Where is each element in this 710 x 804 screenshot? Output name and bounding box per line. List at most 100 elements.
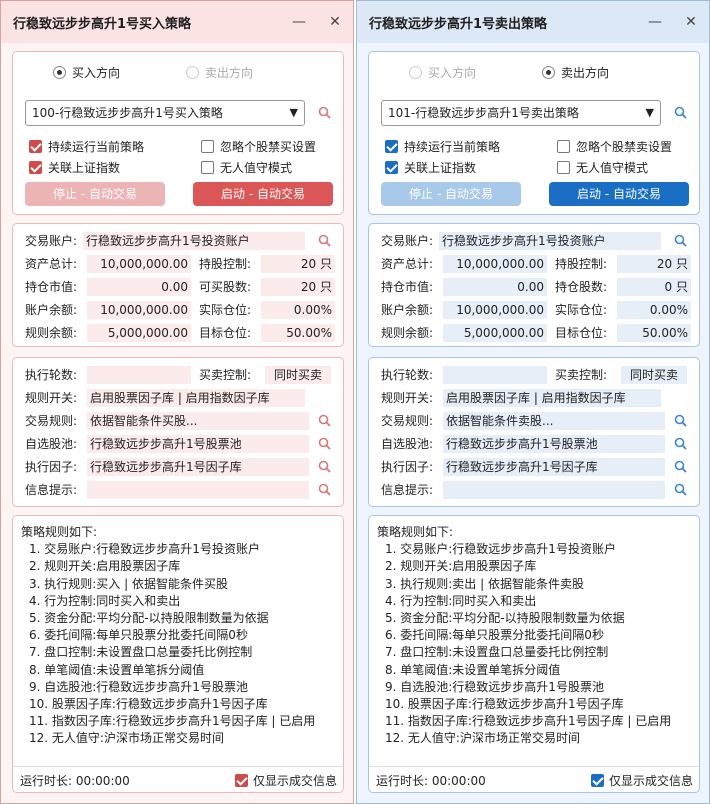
search-icon[interactable] [673, 105, 689, 121]
rule-switch-value: 启用股票因子库 | 启用指数因子库 [87, 389, 305, 407]
runtime-text: 运行时长: 00:00:00 [376, 774, 486, 788]
total-assets-label: 资产总计: [381, 257, 434, 271]
checkbox-unattended[interactable]: 无人值守模式 [557, 159, 648, 176]
radio-buy-direction[interactable]: 买入方向 [409, 64, 476, 81]
checkbox-checked-icon [590, 774, 604, 787]
rule-balance-value: 5,000,000.00 [443, 324, 547, 342]
trade-rule-label: 交易规则: [381, 414, 434, 428]
search-icon[interactable] [317, 413, 333, 429]
start-auto-trade-button[interactable]: 启动 - 自动交易 [193, 182, 333, 206]
rule-item: 9. 自选股池:行稳致远步步高升1号股票池 [29, 679, 248, 694]
rule-item: 12. 无人值守:沪深市场正常交易时间 [385, 731, 580, 746]
rule-item: 12. 无人值守:沪深市场正常交易时间 [29, 731, 224, 746]
info-value [443, 481, 665, 499]
target-position-value: 50.00% [261, 324, 335, 342]
chevron-down-icon: ▼ [289, 106, 298, 119]
rule-item: 11. 指数因子库:行稳致远步步高升1号因子库 | 已启用 [385, 714, 672, 729]
radio-empty-icon [409, 66, 422, 79]
available-label: 可买股数: [199, 280, 252, 294]
rule-item: 3. 执行规则:买入 | 依据智能条件买股 [29, 576, 228, 591]
info-value [87, 481, 309, 499]
checkbox-only-deal[interactable]: 仅显示成交信息 [590, 772, 693, 789]
rule-switch-label: 规则开关: [25, 391, 78, 405]
search-icon[interactable] [317, 436, 333, 452]
holding-count-value: 0 只 [617, 278, 691, 296]
rules-panel: 执行轮数: 买卖控制: 同时买卖 规则开关: 启用股票因子库 | 启用指数因子库… [12, 357, 344, 507]
actual-position-value: 0.00% [617, 301, 691, 319]
title-bar: 行稳致远步步高升1号卖出策略 — ✕ [357, 1, 709, 43]
account-value: 行稳致远步步高升1号投资账户 [83, 232, 305, 250]
stock-pool-label: 自选股池: [25, 437, 78, 451]
checkbox-ignore[interactable]: 忽略个股禁卖设置 [557, 138, 672, 155]
rule-item: 1. 交易账户:行稳致远步步高升1号投资账户 [385, 542, 616, 557]
stock-pool-value: 行稳致远步步高升1号股票池 [87, 435, 309, 453]
search-icon[interactable] [673, 413, 689, 429]
rule-item: 11. 指数因子库:行稳致远步步高升1号因子库 | 已启用 [29, 714, 316, 729]
trade-control-label: 买卖控制: [199, 368, 252, 382]
checkbox-label: 仅显示成交信息 [608, 774, 693, 788]
search-icon[interactable] [317, 482, 333, 498]
strategy-select[interactable]: 100-行稳致远步步高升1号买入策略 ▼ [25, 100, 305, 126]
rules-header: 策略规则如下: [21, 525, 98, 539]
rule-item: 7. 盘口控制:未设置盘口总量委托比例控制 [385, 645, 609, 660]
strategy-rules-panel: 策略规则如下: 1. 交易账户:行稳致远步步高升1号投资账户 2. 规则开关:启… [368, 515, 700, 793]
start-auto-trade-button[interactable]: 启动 - 自动交易 [549, 182, 689, 206]
radio-sell-direction[interactable]: 卖出方向 [186, 64, 253, 81]
search-icon[interactable] [317, 233, 333, 249]
checkbox-ignore[interactable]: 忽略个股禁买设置 [201, 138, 316, 155]
rule-item: 10. 股票因子库:行稳致远步步高升1号因子库 [29, 697, 268, 712]
checkbox-unattended[interactable]: 无人值守模式 [201, 159, 292, 176]
search-icon[interactable] [673, 459, 689, 475]
minimize-button[interactable]: — [281, 1, 317, 43]
factor-label: 执行因子: [381, 460, 434, 474]
balance-label: 账户余额: [25, 303, 78, 317]
radio-buy-direction[interactable]: 买入方向 [53, 64, 120, 81]
checkbox-link-index[interactable]: 关联上证指数 [29, 159, 120, 176]
radio-label: 买入方向 [72, 66, 121, 80]
search-icon[interactable] [317, 105, 333, 121]
checkbox-empty-icon [557, 161, 570, 174]
checkbox-checked-icon [29, 161, 42, 174]
search-icon[interactable] [673, 436, 689, 452]
close-button[interactable]: ✕ [317, 1, 353, 43]
stop-auto-trade-button[interactable]: 停止 - 自动交易 [25, 182, 165, 206]
available-value: 20 只 [261, 278, 335, 296]
target-position-label: 目标仓位: [199, 326, 252, 340]
radio-sell-direction[interactable]: 卖出方向 [542, 64, 609, 81]
search-icon[interactable] [317, 459, 333, 475]
market-value-value: 0.00 [87, 278, 191, 296]
rule-item: 4. 行为控制:同时买入和卖出 [385, 593, 537, 608]
checkbox-empty-icon [557, 140, 570, 153]
factor-label: 执行因子: [25, 460, 78, 474]
trade-rule-value: 依据智能条件卖股... [443, 412, 665, 430]
strategy-select[interactable]: 101-行稳致远步步高升1号卖出策略 ▼ [381, 100, 661, 126]
control-panel: 买入方向 卖出方向 100-行稳致远步步高升1号买入策略 ▼ 持续运行当前策略 … [12, 51, 344, 215]
target-position-label: 目标仓位: [555, 326, 608, 340]
checkbox-link-index[interactable]: 关联上证指数 [385, 159, 476, 176]
radio-label: 卖出方向 [561, 66, 610, 80]
checkbox-label: 关联上证指数 [48, 161, 121, 175]
checkbox-label: 持续运行当前策略 [48, 140, 145, 154]
rule-item: 9. 自选股池:行稳致远步步高升1号股票池 [385, 679, 604, 694]
search-icon[interactable] [673, 482, 689, 498]
account-panel: 交易账户: 行稳致远步步高升1号投资账户 资产总计: 10,000,000.00… [12, 223, 344, 347]
rules-header: 策略规则如下: [377, 525, 454, 539]
target-position-value: 50.00% [617, 324, 691, 342]
checkbox-only-deal[interactable]: 仅显示成交信息 [234, 772, 337, 789]
checkbox-empty-icon [201, 161, 214, 174]
minimize-button[interactable]: — [637, 1, 673, 43]
trade-rule-value: 依据智能条件买股... [87, 412, 309, 430]
radio-label: 买入方向 [428, 66, 477, 80]
total-assets-value: 10,000,000.00 [443, 255, 547, 273]
radio-selected-icon [53, 66, 66, 79]
checkbox-empty-icon [201, 140, 214, 153]
close-button[interactable]: ✕ [673, 1, 709, 43]
checkbox-continuous[interactable]: 持续运行当前策略 [29, 138, 144, 155]
trade-control-value: 同时买卖 [265, 366, 331, 384]
search-icon[interactable] [673, 233, 689, 249]
rule-switch-value: 启用股票因子库 | 启用指数因子库 [443, 389, 661, 407]
checkbox-label: 持续运行当前策略 [404, 140, 501, 154]
checkbox-continuous[interactable]: 持续运行当前策略 [385, 138, 500, 155]
stop-auto-trade-button[interactable]: 停止 - 自动交易 [381, 182, 521, 206]
rule-item: 8. 单笔阈值:未设置单笔拆分阈值 [29, 662, 205, 677]
